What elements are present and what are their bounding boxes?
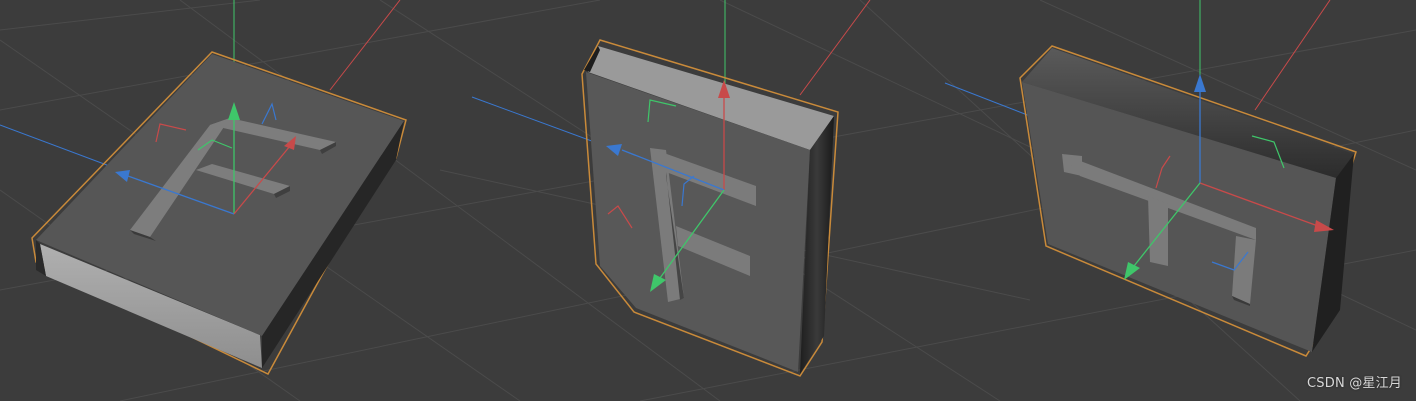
viewport-scene[interactable] [0,0,1416,401]
book-standing-front[interactable] [581,39,839,377]
3d-viewport[interactable]: CSDN @星江月 [0,0,1416,401]
watermark-text: CSDN @星江月 [1307,376,1402,391]
book-standing-rotated[interactable] [1019,45,1357,357]
book-lying-flat[interactable] [31,51,407,375]
